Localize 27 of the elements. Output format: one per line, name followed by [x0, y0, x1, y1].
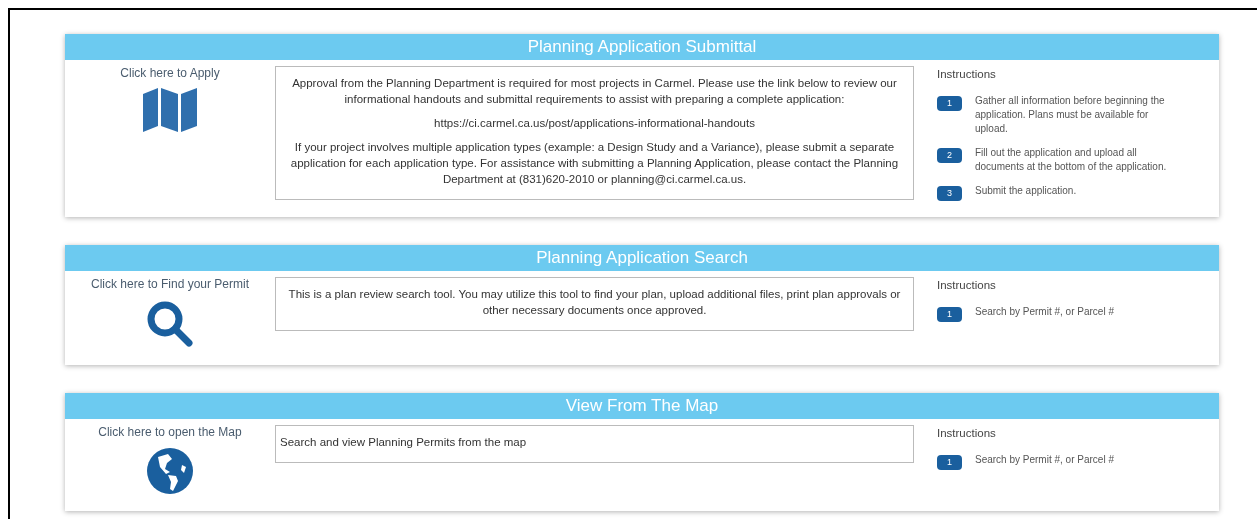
- step-number-badge: 3: [937, 186, 962, 201]
- map-icon[interactable]: [142, 88, 198, 132]
- step-number-badge: 1: [937, 96, 962, 111]
- instructions-heading: Instructions: [937, 67, 997, 82]
- search-icon[interactable]: [145, 299, 195, 349]
- apply-link[interactable]: Click here to open the Map: [98, 425, 242, 439]
- description-text: https://ci.carmel.ca.us/post/applications-informational-handouts: [433, 116, 756, 131]
- step-number-badge: 1: [937, 307, 962, 322]
- apply-link[interactable]: Click here to Apply: [120, 66, 220, 80]
- description-text: If your project involves multiple application types (example: a Design Study and a Variance), please submit a separate application for each application type. For assistance with submitting a Planning Application, please contact the Planning Department at (831)620-2010 or planning@ci.carmel.ca.us.: [289, 140, 900, 187]
- step-text: Search by Permit #, or Parcel #: [975, 305, 1115, 319]
- step-text: Submit the application.: [975, 184, 1078, 198]
- description-text: This is a plan review search tool. You may utilize this tool to find your plan, upload additional files, print plan approvals or other necessary documents once approved.: [287, 287, 902, 318]
- instructions-heading: Instructions: [937, 278, 997, 293]
- step-text: Search by Permit #, or Parcel #: [975, 453, 1115, 467]
- section-title: Planning Application Submittal: [65, 34, 1219, 60]
- step-number-badge: 2: [937, 148, 962, 163]
- description-text: Search and view Planning Permits from the map: [280, 435, 528, 450]
- step-text: Fill out the application and upload all documents at the bottom of the application.: [975, 146, 1168, 174]
- globe-icon[interactable]: [146, 447, 194, 495]
- section-title: Planning Application Search: [65, 245, 1219, 271]
- step-text: Gather all information before beginning the application. Plans must be available for upload.: [975, 94, 1166, 136]
- instructions-heading: Instructions: [937, 426, 997, 441]
- description-text: Approval from the Planning Department is required for most projects in Carmel. Please use the link below to review our informational handouts and submittal requirements to assist with preparing a complete application:: [291, 76, 898, 107]
- apply-link[interactable]: Click here to Find your Permit: [90, 277, 250, 291]
- section-title: View From The Map: [65, 393, 1219, 419]
- step-number-badge: 1: [937, 455, 962, 470]
